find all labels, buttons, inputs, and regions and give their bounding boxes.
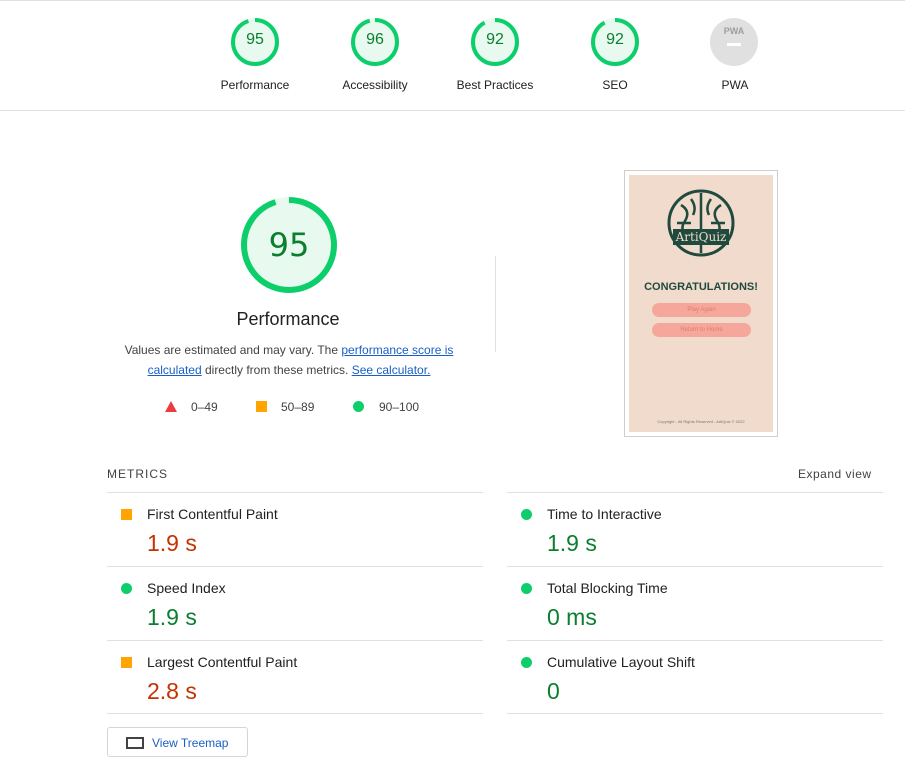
view-treemap-label: View Treemap	[152, 736, 229, 750]
fail-triangle-icon	[165, 401, 177, 412]
performance-big-score: 95	[268, 226, 310, 264]
screenshot-page: ArtiQuiz CONGRATULATIONS! Play Again Ret…	[629, 175, 773, 432]
pwa-dash-icon	[727, 43, 741, 46]
vertical-divider	[495, 256, 496, 352]
metric-value: 1.9 s	[547, 530, 597, 556]
pass-circle-icon	[521, 583, 532, 594]
metric-name: Time to Interactive	[547, 506, 662, 522]
average-square-icon	[121, 509, 132, 520]
metric-name: Cumulative Layout Shift	[547, 654, 695, 670]
metrics-header: METRICS	[107, 467, 168, 481]
legend-fail-range: 0–49	[191, 400, 218, 414]
metric-name: Total Blocking Time	[547, 580, 668, 596]
metric-value: 0 ms	[547, 604, 597, 630]
metric-value: 1.9 s	[147, 604, 197, 630]
pass-circle-icon	[521, 657, 532, 668]
metric-name: Largest Contentful Paint	[147, 654, 298, 670]
screenshot-footer: Copyright - All Rights Reserved - ArtiQu…	[657, 419, 745, 424]
performance-score: 95	[246, 31, 264, 48]
pass-circle-icon	[121, 583, 132, 594]
desc-prefix: Values are estimated and may vary. The	[124, 343, 342, 357]
metric-speed-index: Speed Index 1.9 s	[107, 567, 483, 640]
screenshot-play-again-button: Play Again	[652, 303, 751, 317]
best-practices-label[interactable]: Best Practices	[430, 78, 560, 92]
metric-time-to-interactive: Time to Interactive 1.9 s	[507, 493, 883, 566]
expand-view-toggle[interactable]: Expand view	[798, 467, 872, 481]
average-square-icon	[256, 401, 267, 412]
metric-first-contentful-paint: First Contentful Paint 1.9 s	[107, 493, 483, 566]
metric-largest-contentful-paint: Largest Contentful Paint 2.8 s	[107, 641, 483, 714]
metric-value: 0	[547, 678, 560, 704]
pass-circle-icon	[521, 509, 532, 520]
desc-middle: directly from these metrics.	[201, 363, 352, 377]
treemap-icon	[126, 737, 144, 749]
metric-name: Speed Index	[147, 580, 226, 596]
final-screenshot[interactable]: ArtiQuiz CONGRATULATIONS! Play Again Ret…	[624, 170, 778, 437]
performance-label[interactable]: Performance	[190, 78, 320, 92]
legend-pass-range: 90–100	[379, 400, 420, 414]
screenshot-title: CONGRATULATIONS!	[644, 281, 758, 293]
accessibility-label[interactable]: Accessibility	[310, 78, 440, 92]
average-square-icon	[121, 657, 132, 668]
metric-value: 2.8 s	[147, 678, 197, 704]
artiquiz-brain-logo: ArtiQuiz	[667, 189, 735, 257]
category-summary-bar: 95 Performance 96 Accessibility 92 Best …	[0, 0, 905, 111]
metric-cumulative-layout-shift: Cumulative Layout Shift 0	[507, 641, 883, 714]
performance-title: Performance	[236, 309, 340, 329]
pass-circle-icon	[353, 401, 364, 412]
screenshot-return-home-button: Return to Home	[652, 323, 751, 337]
see-calculator-link[interactable]: See calculator.	[352, 363, 431, 377]
seo-score: 92	[606, 31, 624, 48]
performance-description: Values are estimated and may vary. The p…	[120, 340, 458, 380]
metric-value: 1.9 s	[147, 530, 197, 556]
metric-total-blocking-time: Total Blocking Time 0 ms	[507, 567, 883, 640]
legend-average-range: 50–89	[281, 400, 315, 414]
pwa-badge-text: PWA	[723, 26, 745, 36]
pwa-label[interactable]: PWA	[670, 78, 800, 92]
seo-label[interactable]: SEO	[550, 78, 680, 92]
pwa-badge[interactable]: PWA	[710, 18, 758, 66]
best-practices-score: 92	[486, 31, 504, 48]
screenshot-brand-text: ArtiQuiz	[675, 230, 727, 244]
view-treemap-button[interactable]: View Treemap	[107, 727, 248, 757]
metric-name: First Contentful Paint	[147, 506, 278, 522]
accessibility-score: 96	[366, 31, 384, 48]
